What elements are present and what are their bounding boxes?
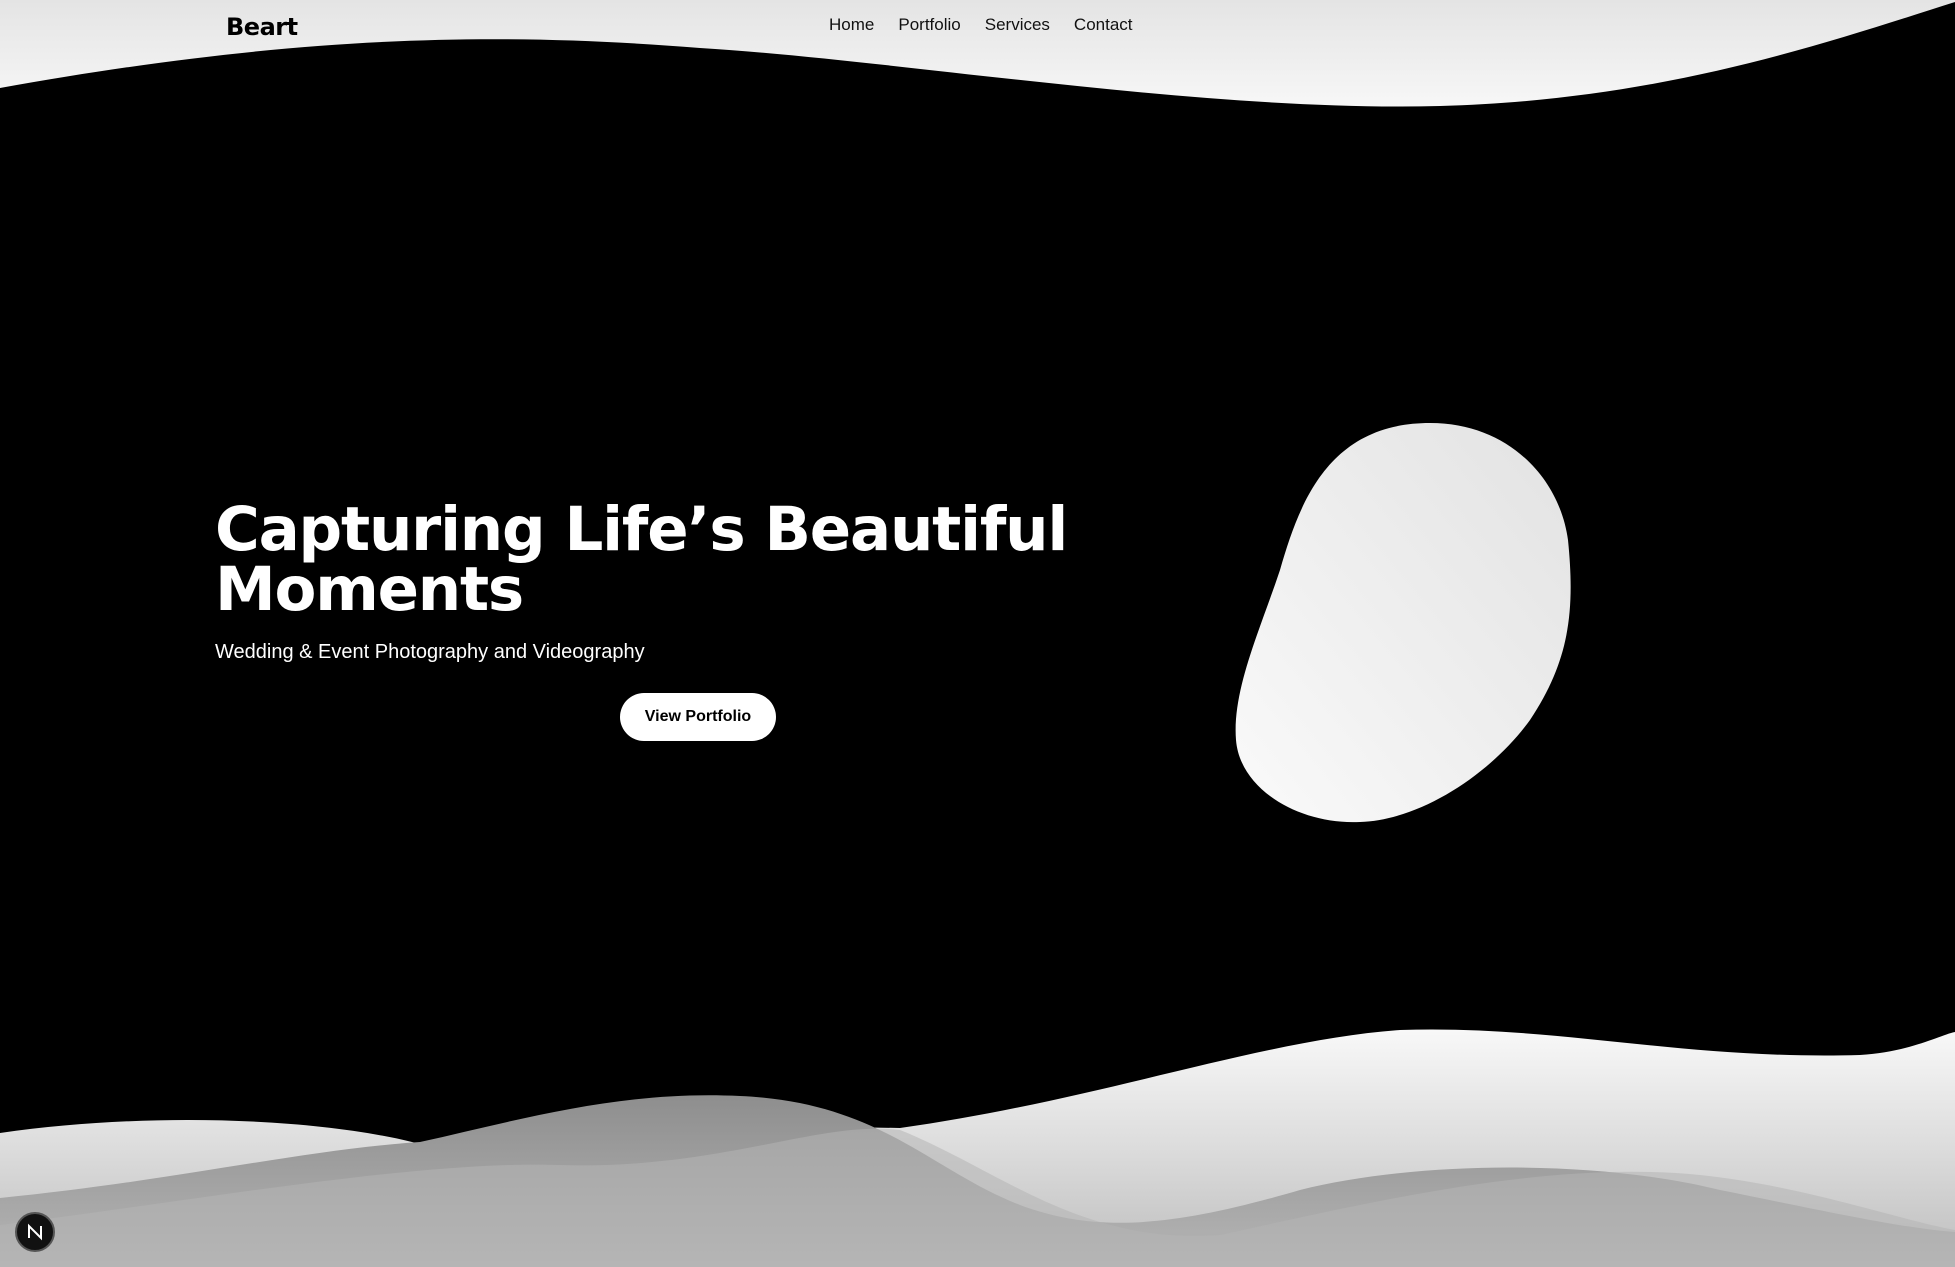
brand-logo[interactable]: Beart bbox=[226, 13, 298, 41]
hero-section: Capturing Life’s Beautiful Moments Weddi… bbox=[215, 494, 1075, 664]
n-letter-icon bbox=[28, 1223, 42, 1241]
nav-link-portfolio[interactable]: Portfolio bbox=[898, 15, 960, 35]
nav-link-services[interactable]: Services bbox=[985, 15, 1050, 35]
main-nav: Home Portfolio Services Contact bbox=[829, 15, 1133, 35]
view-portfolio-button[interactable]: View Portfolio bbox=[620, 693, 776, 741]
n-logo-icon[interactable] bbox=[15, 1212, 55, 1252]
nav-link-contact[interactable]: Contact bbox=[1074, 15, 1133, 35]
hero-title: Capturing Life’s Beautiful Moments bbox=[215, 494, 1075, 625]
decorative-blob bbox=[1235, 423, 1571, 823]
hero-title-line1: Capturing Life’s Beautiful bbox=[215, 494, 1068, 565]
nav-link-home[interactable]: Home bbox=[829, 15, 874, 35]
hero-title-line2: Moments bbox=[215, 554, 524, 625]
site-header: Beart Home Portfolio Services Contact bbox=[0, 0, 1955, 60]
hero-subtitle: Wedding & Event Photography and Videogra… bbox=[215, 641, 645, 663]
